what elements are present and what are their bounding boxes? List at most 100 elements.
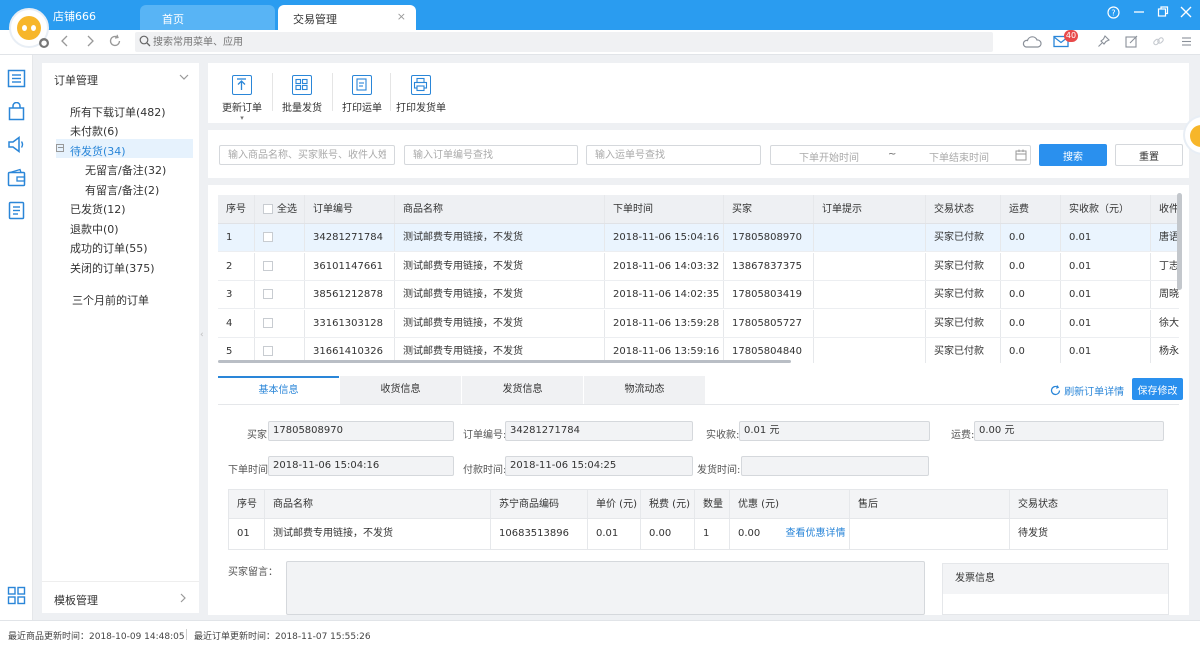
external-link-icon[interactable] — [1125, 35, 1138, 52]
col-header-order-time[interactable]: 下单时间 — [605, 195, 724, 223]
item-code: 10683513896 — [491, 519, 588, 549]
calendar-icon[interactable] — [1015, 149, 1027, 161]
select-all[interactable]: 全选 — [255, 195, 305, 223]
start-time-placeholder[interactable]: 下单开始时间 — [799, 149, 859, 164]
sidebar-item-closed[interactable]: 关闭的订单(375) — [70, 260, 155, 276]
sidebar-item-older-orders[interactable]: 三个月前的订单 — [72, 292, 149, 308]
row-recipient: 周晓 — [1159, 289, 1179, 300]
maximize-icon[interactable] — [1157, 6, 1169, 22]
cloud-sync-icon[interactable] — [1022, 35, 1042, 53]
shopping-bag-icon[interactable] — [7, 102, 26, 121]
sidebar-item-successful[interactable]: 成功的订单(55) — [70, 240, 148, 256]
row-checkbox[interactable] — [263, 346, 273, 356]
col-header-paid[interactable]: 实收款（元） — [1061, 195, 1151, 223]
forward-icon[interactable] — [85, 34, 95, 52]
collapse-icon[interactable]: − — [56, 144, 64, 152]
tab-shipping-info[interactable]: 发货信息 — [462, 376, 583, 404]
row-product: 测试邮费专用链接，不发货 — [395, 224, 605, 251]
col-header-status[interactable]: 交易状态 — [926, 195, 1001, 223]
tab-receiving-info[interactable]: 收货信息 — [340, 376, 461, 404]
col-header-buyer[interactable]: 买家 — [724, 195, 814, 223]
select-all-checkbox[interactable] — [263, 204, 273, 214]
waybill-icon — [352, 75, 372, 95]
tab-home[interactable]: 首页 — [140, 5, 275, 30]
batch-ship-button[interactable]: 批量发货 — [278, 75, 326, 114]
table-row[interactable]: 2 36101147661 测试邮费专用链接，不发货 2018-11-06 14:03… — [218, 252, 1179, 281]
table-row[interactable]: 1 34281271784 测试邮费专用链接，不发货 2018-11-06 15:04… — [218, 224, 1179, 252]
tab-basic-info[interactable]: 基本信息 — [218, 376, 339, 404]
table-row[interactable]: 4 33161303128 测试邮费专用链接，不发货 2018-11-06 13:59… — [218, 309, 1179, 338]
row-checkbox[interactable] — [263, 260, 273, 271]
item-col-no: 序号 — [229, 490, 265, 518]
print-invoice-label: 打印发货单 — [396, 103, 446, 114]
vertical-scrollbar[interactable] — [1177, 193, 1182, 290]
report-icon[interactable] — [7, 201, 26, 220]
row-checkbox[interactable] — [263, 317, 273, 328]
refresh-icon[interactable] — [108, 34, 122, 52]
left-icon-rail — [0, 55, 33, 620]
tab-trade-management[interactable]: 交易管理 × — [278, 5, 416, 30]
view-discount-link[interactable]: 查看优惠详情 — [785, 528, 845, 539]
sidebar-item-shipped[interactable]: 已发货(12) — [70, 201, 126, 217]
row-select[interactable] — [255, 252, 305, 280]
close-icon[interactable]: × — [397, 10, 406, 23]
row-select[interactable] — [255, 281, 305, 308]
date-range-picker[interactable]: 下单开始时间 ~ 下单结束时间 — [770, 145, 1031, 165]
back-icon[interactable] — [60, 34, 70, 52]
sidebar-item-all-orders[interactable]: 所有下载订单(482) — [70, 104, 166, 120]
update-orders-button[interactable]: 更新订单 ▾ — [218, 75, 266, 122]
row-checkbox[interactable] — [263, 232, 273, 242]
global-search-input[interactable] — [153, 34, 973, 50]
product-search-input[interactable] — [219, 145, 395, 165]
row-select[interactable] — [255, 309, 305, 337]
order-id-input[interactable] — [404, 145, 578, 165]
item-discount-cell: 0.00 查看优惠详情 — [730, 519, 850, 549]
col-header-product[interactable]: 商品名称 — [395, 195, 605, 223]
buyer-field: 17805808970 — [268, 421, 454, 441]
col-header-shipping[interactable]: 运费 — [1001, 195, 1061, 223]
print-waybill-label: 打印运单 — [342, 103, 382, 114]
item-price: 0.01 — [588, 519, 641, 549]
print-waybill-button[interactable]: 打印运单 — [338, 75, 386, 114]
row-select[interactable] — [255, 224, 305, 251]
speaker-icon[interactable] — [7, 135, 26, 154]
help-icon[interactable]: ? — [1107, 6, 1120, 23]
row-checkbox[interactable] — [263, 289, 273, 299]
order-list-icon[interactable] — [7, 69, 26, 88]
window-close-icon[interactable] — [1180, 6, 1192, 22]
reset-button[interactable]: 重置 — [1115, 144, 1183, 166]
col-header-recipient[interactable]: 收件 — [1151, 195, 1179, 223]
link-icon[interactable] — [1152, 35, 1165, 52]
logo-badge: ● — [39, 38, 49, 48]
table-row[interactable]: 3 38561212878 测试邮费专用链接，不发货 2018-11-06 14:02… — [218, 281, 1179, 309]
sidebar-item-no-memo[interactable]: 无留言/备注(32) — [85, 162, 166, 178]
apps-grid-icon[interactable] — [7, 586, 26, 605]
sidebar-item-has-memo[interactable]: 有留言/备注(2) — [85, 182, 159, 198]
horizontal-scrollbar[interactable] — [218, 360, 791, 363]
settings-icon[interactable] — [1180, 35, 1193, 52]
save-changes-button[interactable]: 保存修改 — [1132, 378, 1183, 400]
tab-logistics[interactable]: 物流动态 — [584, 376, 705, 404]
pin-icon[interactable] — [1097, 35, 1110, 52]
template-management[interactable]: 模板管理 — [42, 581, 199, 613]
search-button[interactable]: 搜索 — [1039, 144, 1107, 166]
order-time-label: 下单时间: — [228, 465, 272, 476]
print-invoice-button[interactable]: 打印发货单 — [394, 75, 448, 114]
sidebar-item-unpaid[interactable]: 未付款(6) — [70, 123, 119, 139]
minimize-icon[interactable] — [1133, 5, 1145, 21]
global-search[interactable] — [135, 32, 993, 52]
item-status: 待发货 — [1018, 528, 1048, 539]
wallet-icon[interactable] — [7, 168, 26, 187]
col-header-hint[interactable]: 订单提示 — [814, 195, 926, 223]
sidebar-collapse-handle[interactable]: ‹ — [200, 330, 204, 340]
sidebar-item-to-ship[interactable]: 待发货(34) — [70, 143, 126, 159]
chevron-down-icon[interactable] — [179, 71, 189, 84]
end-time-placeholder[interactable]: 下单结束时间 — [929, 149, 989, 164]
sidebar-title[interactable]: 订单管理 — [54, 72, 98, 88]
waybill-input[interactable] — [586, 145, 761, 165]
sidebar-item-refunding[interactable]: 退款中(0) — [70, 221, 119, 237]
tab-home-label: 首页 — [162, 13, 184, 26]
refresh-detail-link[interactable]: 刷新订单详情 — [1050, 383, 1124, 398]
col-header-order-id[interactable]: 订单编号 — [305, 195, 395, 223]
lion-mascot-icon — [17, 16, 41, 40]
